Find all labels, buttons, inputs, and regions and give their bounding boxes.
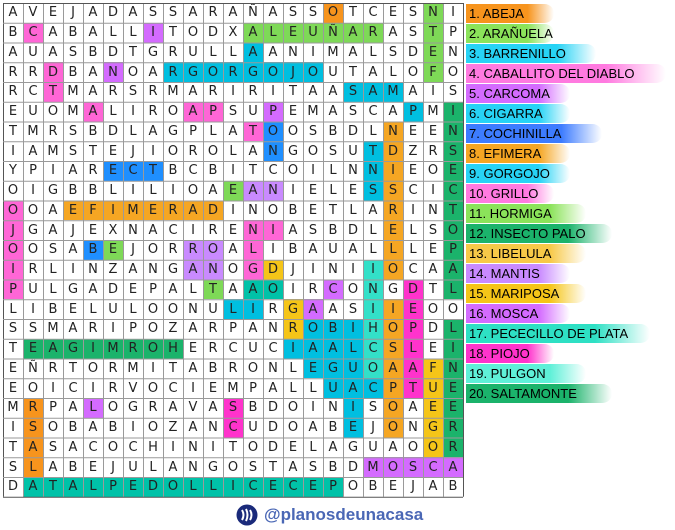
word-list: 1. ABEJA 2. ARAÑUELA 3. BARRENILLO 4. CABAL… <box>466 4 671 408</box>
footer-handle: @planosdeunacasa <box>264 505 424 524</box>
word-list-item: 5. CARCOMA <box>466 84 570 103</box>
word-list-item: 20. SALTAMONTE <box>466 384 612 403</box>
word-list-item: 11. HORMIGA <box>466 204 586 223</box>
word-list-item: 15. MARIPOSA <box>466 284 586 303</box>
word-list-item: 4. CABALLITO DEL DIABLO <box>466 64 666 83</box>
word-list-item: 2. ARAÑUELA <box>466 24 554 43</box>
word-list-item: 6. CIGARRA <box>466 104 570 123</box>
grid-lines <box>3 3 464 498</box>
word-list-item: 3. BARRENILLO <box>466 44 596 63</box>
word-list-item: 10. GRILLO <box>466 184 554 203</box>
word-list-item: 16. MOSCA <box>466 304 570 323</box>
word-list-item: 13. LIBELULA <box>466 244 586 263</box>
word-list-item: 17. PECECILLO DE PLATA <box>466 324 650 343</box>
word-list-item: 7. COCHINILLA <box>466 124 602 143</box>
word-list-item: 19. PULGON <box>466 364 586 383</box>
word-list-item: 18. PIOJO <box>466 344 554 363</box>
word-list-item: 12. INSECTO PALO <box>466 224 612 243</box>
steemit-icon <box>236 504 258 526</box>
word-list-item: 1. ABEJA <box>466 4 554 23</box>
word-list-item: 9. GORGOJO <box>466 164 570 183</box>
word-list-item: 8. EFIMERA <box>466 144 570 163</box>
footer: @planosdeunacasa <box>236 503 423 527</box>
word-list-item: 14. MANTIS <box>466 264 570 283</box>
